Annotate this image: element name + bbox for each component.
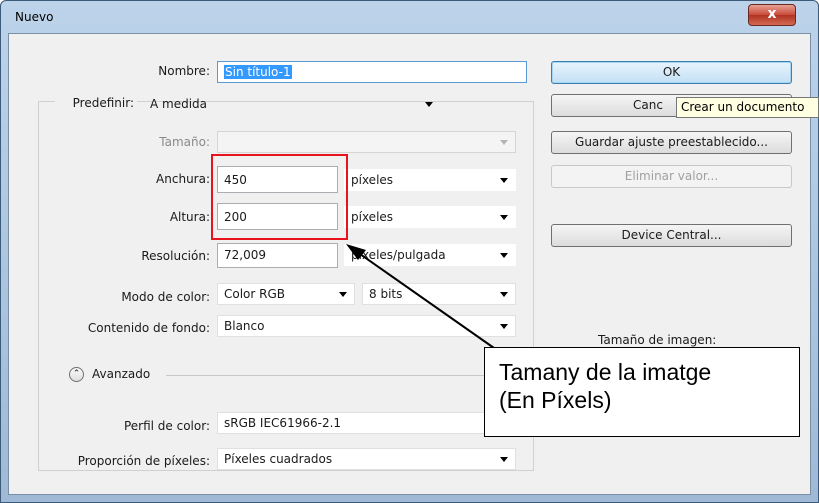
ok-button[interactable]: OK (551, 61, 792, 84)
color-mode-label: Modo de color: (121, 290, 210, 304)
chevron-down-icon (500, 324, 508, 329)
height-unit-select[interactable]: píxeles (344, 206, 516, 228)
name-label: Nombre: (158, 64, 210, 78)
chevron-up-icon: ⌃ (72, 369, 81, 379)
background-contents-select[interactable]: Blanco (217, 315, 516, 337)
resolution-unit-select[interactable]: píxeles/pulgada (344, 244, 516, 266)
dialog-title: Nuevo (15, 10, 54, 24)
chevron-down-icon (500, 457, 508, 462)
close-button[interactable]: x (748, 4, 796, 26)
height-label: Altura: (169, 210, 210, 224)
preset-select[interactable]: A medida (143, 93, 441, 115)
background-contents-value: Blanco (224, 319, 265, 333)
chevron-down-icon (500, 140, 508, 145)
annotation-line-1: Tamany de la imatge (499, 359, 712, 385)
chevron-down-icon (500, 178, 508, 183)
width-unit-value: píxeles (351, 173, 394, 187)
ok-tooltip: Crear un documento (676, 97, 819, 118)
chevron-down-icon (425, 102, 433, 107)
delete-preset-button[interactable]: Eliminar valor... (551, 165, 792, 188)
resolution-label: Resolución: (141, 249, 210, 263)
preset-value: A medida (150, 97, 208, 111)
pixel-aspect-value: Píxeles cuadrados (224, 452, 333, 466)
chevron-down-icon (500, 215, 508, 220)
resolution-value: 72,009 (224, 248, 266, 262)
color-profile-label: Perfil de color: (123, 419, 210, 433)
chevron-down-icon (339, 292, 347, 297)
name-value: Sin título-1 (224, 65, 292, 79)
image-size-label: Tamaño de imagen: (598, 333, 717, 347)
cancel-button-label: Canc (633, 98, 663, 112)
advanced-label: Avanzado (92, 367, 151, 381)
close-icon: x (767, 6, 777, 22)
size-label: Tamaño: (159, 135, 210, 149)
preset-label: Predefinir: (55, 96, 137, 110)
color-mode-value: Color RGB (224, 287, 286, 301)
color-mode-select[interactable]: Color RGB (217, 283, 355, 305)
chevron-down-icon (500, 253, 508, 258)
width-label: Anchura: (156, 172, 210, 186)
resolution-input[interactable]: 72,009 (217, 243, 338, 268)
background-contents-label: Contenido de fondo: (87, 321, 210, 335)
annotation-line-2: (En Píxels) (499, 387, 612, 413)
annotation-callout: Tamany de la imatge (En Píxels) (484, 347, 800, 437)
width-unit-select[interactable]: píxeles (344, 169, 516, 191)
color-profile-value: sRGB IEC61966-2.1 (224, 416, 342, 430)
device-central-button[interactable]: Device Central... (551, 224, 792, 247)
name-input[interactable]: Sin título-1 (217, 61, 527, 83)
bit-depth-value: 8 bits (369, 287, 403, 301)
advanced-divider (166, 375, 486, 376)
height-unit-value: píxeles (351, 210, 394, 224)
chevron-down-icon (500, 292, 508, 297)
title-bar[interactable]: Nuevo x (1, 1, 818, 33)
bit-depth-select[interactable]: 8 bits (362, 283, 516, 305)
advanced-toggle-button[interactable]: ⌃ (69, 367, 84, 382)
color-profile-select[interactable]: sRGB IEC61966-2.1 (217, 412, 516, 434)
pixel-aspect-select[interactable]: Píxeles cuadrados (217, 448, 516, 470)
dimensions-highlight (211, 154, 348, 240)
size-select[interactable] (217, 131, 516, 153)
save-preset-button[interactable]: Guardar ajuste preestablecido... (551, 131, 792, 154)
pixel-aspect-label: Proporción de píxeles: (77, 454, 210, 468)
resolution-unit-value: píxeles/pulgada (351, 248, 446, 262)
